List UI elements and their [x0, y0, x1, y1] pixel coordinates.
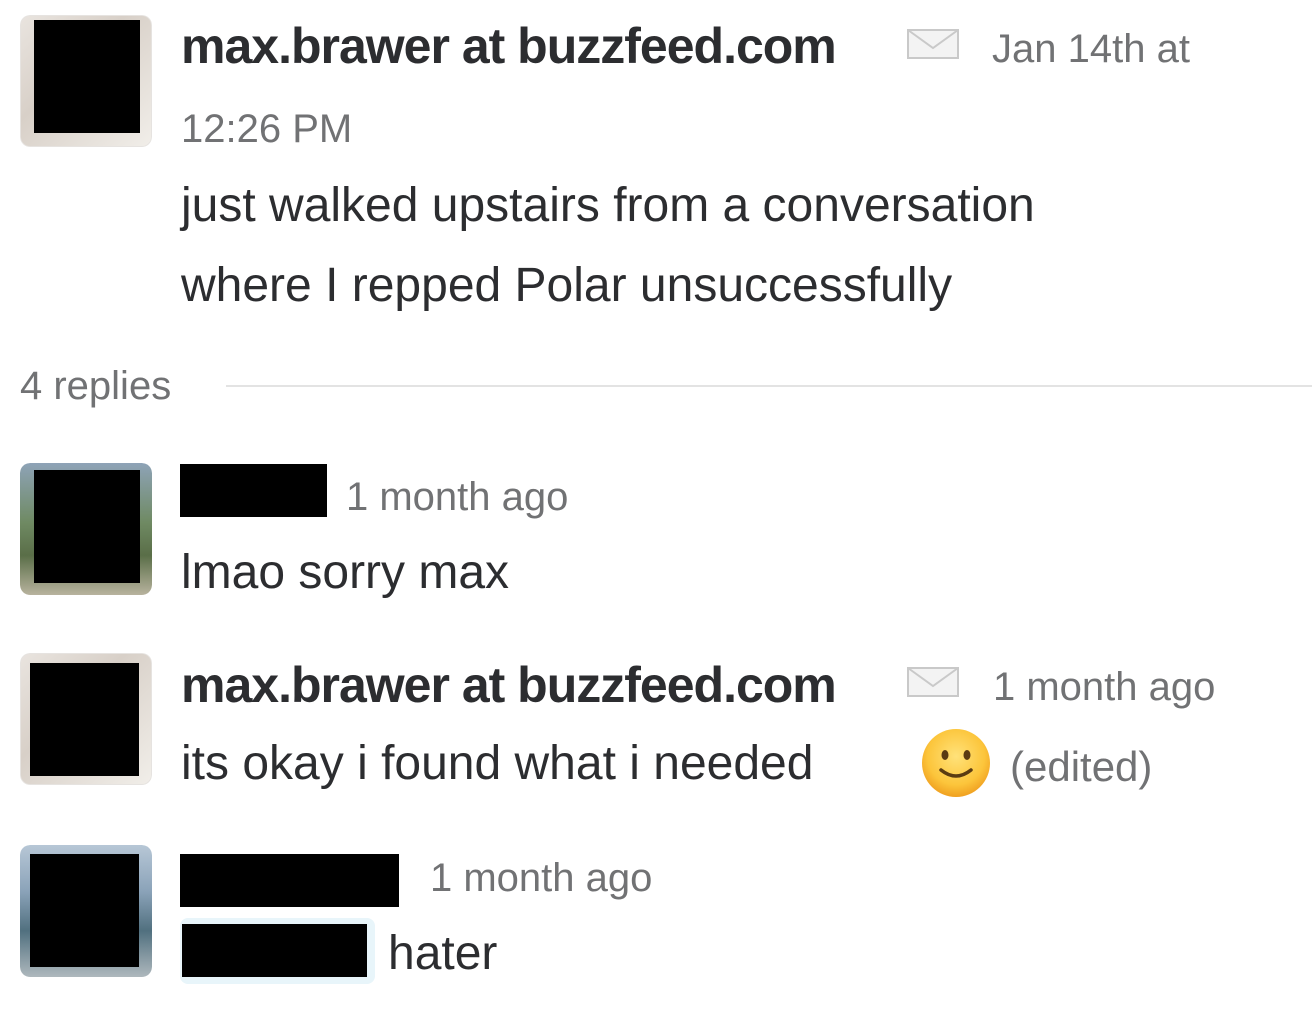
timestamp-parent[interactable]: Jan 14th at: [992, 29, 1190, 69]
redaction-block: [34, 20, 140, 133]
redaction-block: [34, 470, 140, 583]
timestamp-reply-1[interactable]: 1 month ago: [346, 477, 568, 517]
envelope-icon: [907, 29, 959, 59]
author-name-redacted-reply-1[interactable]: [180, 464, 327, 517]
slightly-smiling-face-icon[interactable]: [921, 728, 991, 798]
replies-divider: [226, 385, 1312, 387]
avatar-parent[interactable]: [20, 15, 152, 147]
author-name-parent[interactable]: max.brawer at buzzfeed.com: [181, 21, 837, 71]
author-name-reply-2[interactable]: max.brawer at buzzfeed.com: [181, 660, 837, 710]
redaction-block: [30, 854, 139, 967]
avatar-reply-3[interactable]: [20, 845, 152, 977]
timestamp-parent-line2[interactable]: 12:26 PM: [181, 109, 352, 149]
mention-redacted: [182, 924, 367, 977]
message-text-parent-line1: just walked upstairs from a conversation: [181, 179, 1035, 232]
timestamp-reply-3[interactable]: 1 month ago: [430, 858, 652, 898]
message-text-parent-line2: where I repped Polar unsuccessfully: [181, 259, 953, 312]
message-text-reply-3: hater: [388, 927, 498, 980]
envelope-icon: [907, 667, 959, 697]
message-text-reply-1: lmao sorry max: [181, 546, 510, 599]
avatar-reply-1[interactable]: [20, 463, 152, 595]
author-name-redacted-reply-3[interactable]: [180, 854, 399, 907]
message-text-reply-2: its okay i found what i needed: [181, 737, 814, 790]
timestamp-reply-2[interactable]: 1 month ago: [993, 667, 1215, 707]
avatar-reply-2[interactable]: [20, 653, 152, 785]
edited-label: (edited): [1010, 743, 1153, 790]
replies-count: 4 replies: [20, 364, 172, 408]
redaction-block: [30, 663, 139, 776]
